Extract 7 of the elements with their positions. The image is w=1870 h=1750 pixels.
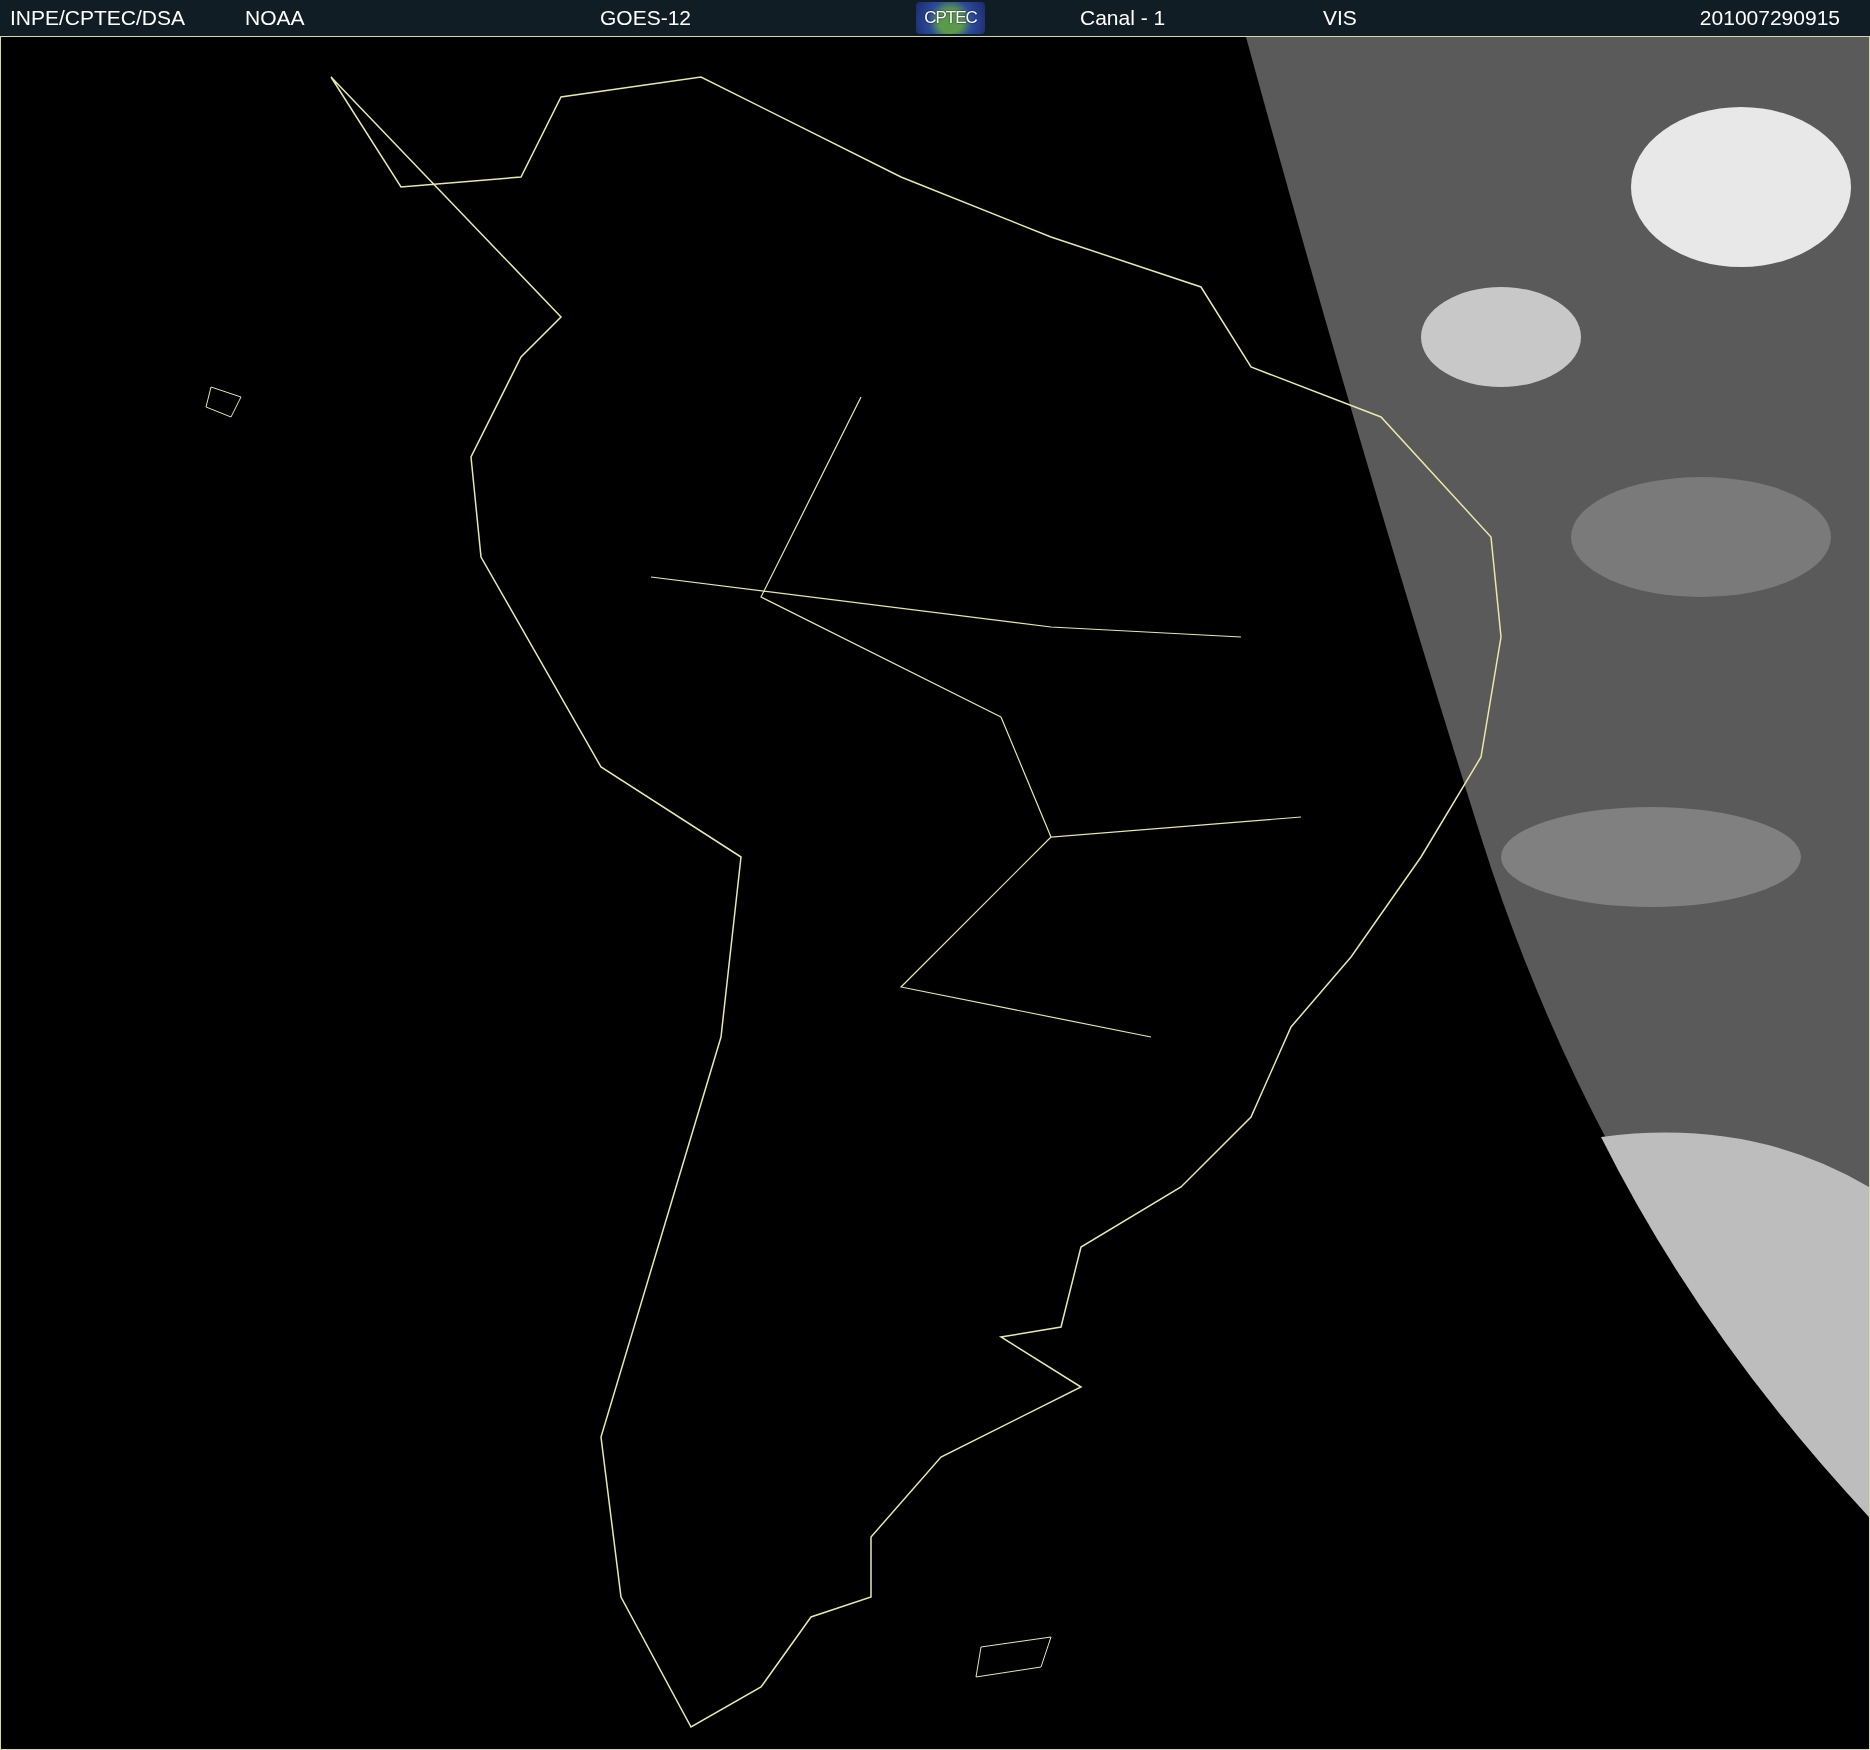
header-label: NOAA	[245, 6, 306, 30]
logo: CPTEC	[916, 2, 985, 34]
header-label: GOES-12	[600, 6, 693, 30]
header-label: VIS	[1323, 6, 1358, 30]
header-label: Canal - 1	[1080, 6, 1167, 30]
header-label: 201007290915	[1699, 6, 1840, 30]
header-label: INPE/CPTEC/DSA	[10, 6, 187, 30]
